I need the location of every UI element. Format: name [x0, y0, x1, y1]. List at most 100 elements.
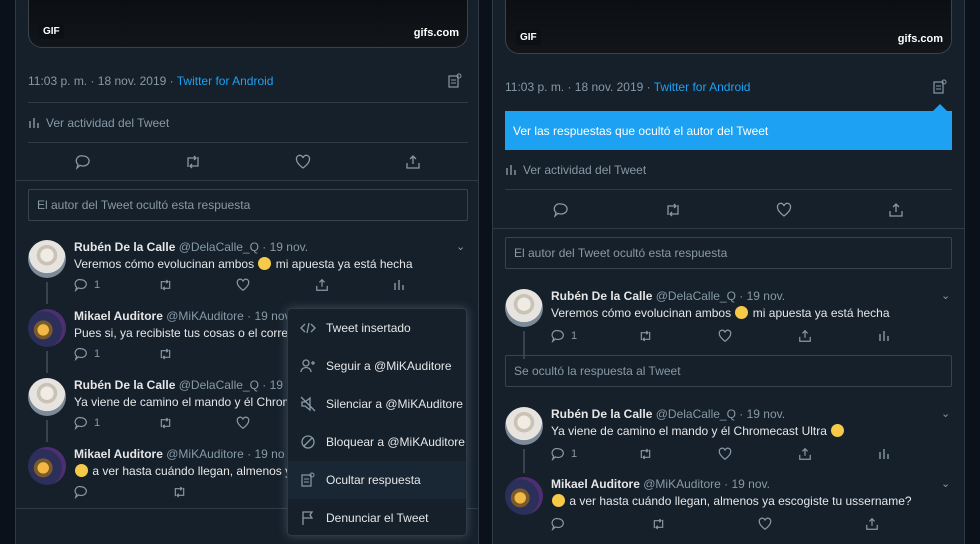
reply-tweet[interactable]: Rubén De la Calle @DelaCalle_Q · 19 nov.…	[28, 240, 468, 304]
avatar[interactable]	[28, 447, 66, 485]
author-handle: @DelaCalle_Q · 19 nov.	[655, 289, 786, 303]
menu-item-embed[interactable]: Tweet insertado	[288, 309, 466, 347]
avatar[interactable]	[28, 240, 66, 278]
reply-actions: 1	[74, 347, 236, 361]
avatar[interactable]	[28, 378, 66, 416]
activity-icon	[28, 117, 40, 129]
chevron-down-icon[interactable]: ⌄	[456, 240, 465, 253]
menu-item-report[interactable]: Denunciar el Tweet	[288, 499, 466, 537]
retweet-icon[interactable]	[638, 447, 718, 461]
tweet-options-menu: Tweet insertado Seguir a @MiKAuditore Si…	[287, 308, 467, 536]
banner-pointer	[933, 104, 947, 111]
avatar[interactable]	[28, 309, 66, 347]
like-icon[interactable]	[718, 329, 798, 343]
author-name[interactable]: Mikael Auditore	[74, 447, 163, 461]
hidden-reply-notice[interactable]: El autor del Tweet ocultó esta respuesta	[28, 189, 468, 221]
author-name[interactable]: Rubén De la Calle	[74, 240, 175, 254]
reply-tweet[interactable]: Mikael Auditore @MiKAuditore · 19 nov. ⌄…	[505, 477, 952, 537]
hidden-reply-notice[interactable]: El autor del Tweet ocultó esta respuesta	[505, 237, 952, 269]
author-name[interactable]: Rubén De la Calle	[551, 289, 652, 303]
chevron-down-icon[interactable]: ⌄	[941, 289, 950, 302]
retweet-icon[interactable]	[158, 278, 236, 292]
share-icon[interactable]	[404, 153, 422, 171]
hidden-reply-notice[interactable]: Se ocultó la respuesta al Tweet	[505, 355, 952, 387]
share-icon[interactable]	[798, 329, 878, 343]
reply-header: Rubén De la Calle @DelaCalle_Q · 19 nov.	[551, 407, 785, 421]
chevron-down-icon[interactable]: ⌄	[941, 407, 950, 420]
source-app-link[interactable]: Twitter for Android	[654, 80, 751, 94]
hidden-replies-tooltip[interactable]: Ver las respuestas que ocultó el autor d…	[505, 111, 952, 150]
gif-badge: GIF	[516, 30, 541, 45]
tweet-actions	[505, 200, 952, 220]
retweet-icon[interactable]	[158, 347, 236, 361]
view-activity-link[interactable]: Ver actividad del Tweet	[28, 116, 169, 130]
reply-icon	[74, 416, 88, 430]
reply-button[interactable]: 1	[74, 278, 158, 292]
author-name[interactable]: Mikael Auditore	[551, 477, 640, 491]
tweet-timestamp: 11:03 p. m. · 18 nov. 2019 · Twitter for…	[28, 74, 274, 88]
menu-item-follow[interactable]: Seguir a @MiKAuditore	[288, 347, 466, 385]
share-icon[interactable]	[887, 201, 905, 219]
share-icon[interactable]	[798, 447, 878, 461]
source-app-link[interactable]: Twitter for Android	[177, 74, 274, 88]
like-icon[interactable]	[294, 153, 312, 171]
like-icon[interactable]	[775, 201, 793, 219]
avatar[interactable]	[505, 407, 543, 445]
avatar[interactable]	[505, 289, 543, 327]
reply-icon	[551, 447, 565, 461]
like-icon[interactable]	[236, 278, 315, 292]
tweet-analytics-icon[interactable]	[447, 73, 463, 89]
retweet-icon[interactable]	[664, 201, 682, 219]
reply-button[interactable]: 1	[551, 447, 638, 461]
reply-button[interactable]: 1	[74, 416, 158, 430]
reply-icon[interactable]	[74, 153, 92, 171]
hidden-replies-icon[interactable]	[932, 79, 948, 95]
author-name[interactable]: Rubén De la Calle	[74, 378, 175, 392]
reply-actions	[551, 517, 879, 531]
gif-source[interactable]: gifs.com	[414, 27, 459, 39]
avatar[interactable]	[505, 477, 543, 515]
reply-header: Mikael Auditore @MiKAuditore · 19 nov.	[551, 477, 770, 491]
thread-line	[523, 449, 525, 473]
thread-line	[46, 282, 48, 304]
share-icon[interactable]	[315, 278, 393, 292]
rolling-eyes-emoji-icon	[552, 494, 565, 507]
gif-media[interactable]: GIF gifs.com	[28, 0, 468, 48]
share-icon[interactable]	[865, 517, 879, 531]
retweet-icon[interactable]	[184, 153, 202, 171]
reply-icon[interactable]	[551, 517, 651, 531]
analytics-icon[interactable]	[393, 279, 405, 291]
menu-item-block[interactable]: Bloquear a @MiKAuditore	[288, 423, 466, 461]
rolling-eyes-emoji-icon	[831, 424, 845, 437]
author-handle: @MiKAuditore · 19 nov.	[643, 477, 770, 491]
reply-tweet[interactable]: Rubén De la Calle @DelaCalle_Q · 19 nov.…	[505, 289, 952, 349]
retweet-icon[interactable]	[651, 517, 758, 531]
wink-emoji-icon	[735, 306, 749, 319]
author-name[interactable]: Rubén De la Calle	[551, 407, 652, 421]
view-activity-link[interactable]: Ver actividad del Tweet	[505, 163, 646, 177]
reply-icon	[74, 347, 88, 361]
reply-icon	[551, 329, 565, 343]
retweet-icon[interactable]	[158, 416, 236, 430]
reply-tweet[interactable]: Rubén De la Calle @DelaCalle_Q · 19 nov.…	[505, 407, 952, 473]
analytics-icon[interactable]	[878, 330, 890, 342]
analytics-icon[interactable]	[878, 448, 890, 460]
menu-item-hide-reply[interactable]: Ocultar respuesta	[288, 461, 466, 499]
reply-button[interactable]: 1	[551, 329, 638, 343]
retweet-icon[interactable]	[638, 329, 718, 343]
like-icon[interactable]	[758, 517, 865, 531]
chevron-down-icon[interactable]: ⌄	[941, 477, 950, 490]
gif-source[interactable]: gifs.com	[898, 33, 943, 45]
reply-text: Veremos cómo evolucinan ambos mi apuesta…	[551, 306, 890, 320]
reply-icon[interactable]	[74, 485, 172, 499]
gif-media[interactable]: GIF gifs.com	[505, 0, 952, 54]
reply-header: Rubén De la Calle @DelaCalle_Q · 19 nov.	[74, 240, 308, 254]
like-icon[interactable]	[718, 447, 798, 461]
tweet-actions	[28, 152, 468, 172]
reply-icon[interactable]	[552, 201, 570, 219]
menu-item-mute[interactable]: Silenciar a @MiKAuditore	[288, 385, 466, 423]
author-name[interactable]: Mikael Auditore	[74, 309, 163, 323]
reply-button[interactable]: 1	[74, 347, 158, 361]
reply-text: Veremos cómo evolucinan ambos mi apuesta…	[74, 257, 413, 271]
retweet-icon[interactable]	[172, 485, 250, 499]
